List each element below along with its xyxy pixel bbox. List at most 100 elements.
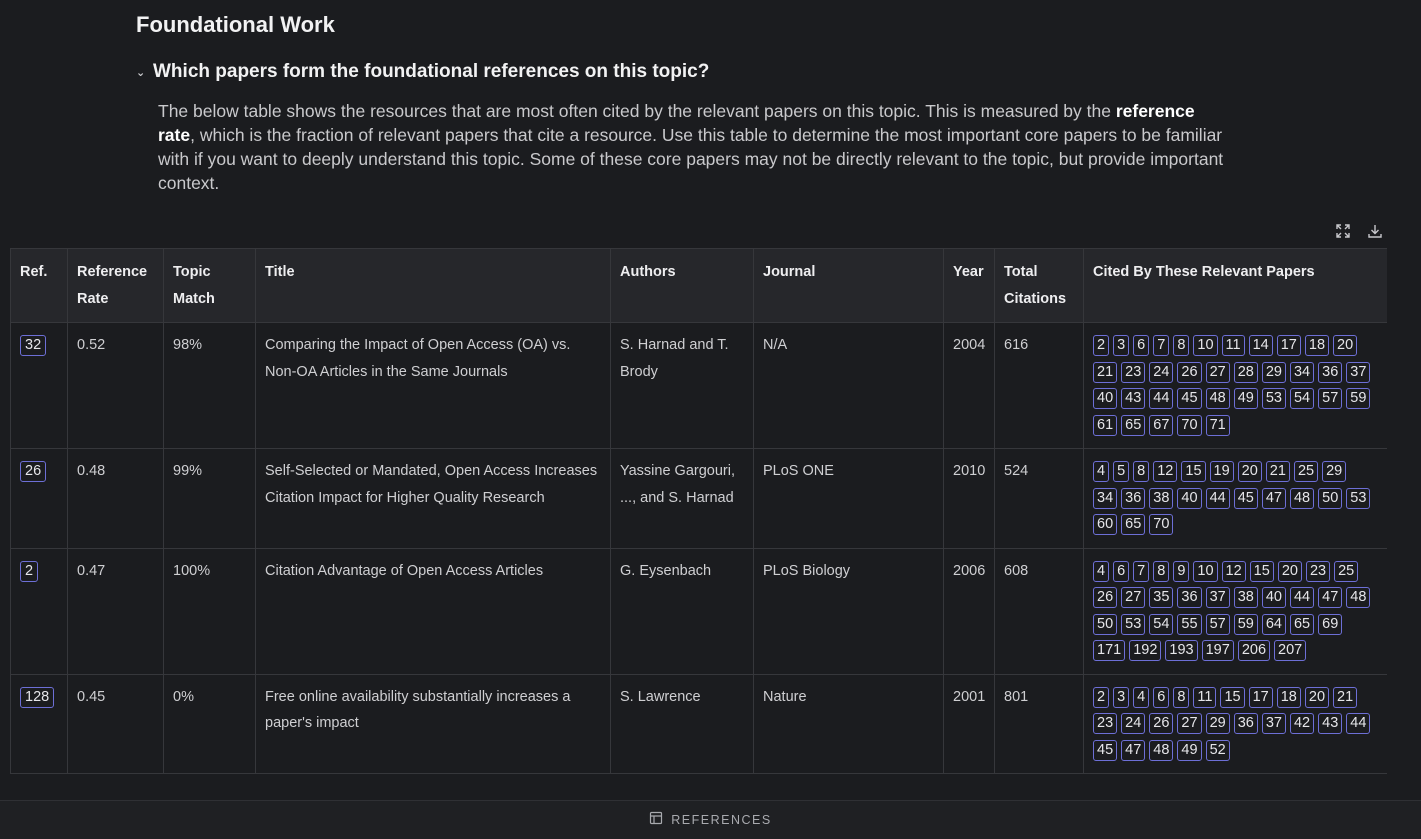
- cited-by-badge[interactable]: 18: [1304, 335, 1330, 356]
- ref-badge[interactable]: 128: [20, 686, 55, 708]
- cited-by-badge[interactable]: 15: [1220, 686, 1245, 708]
- cited-by-badge[interactable]: 7: [1133, 560, 1150, 582]
- cited-by-badge[interactable]: 45: [1093, 739, 1118, 761]
- cited-by-badge[interactable]: 55: [1177, 613, 1202, 635]
- cited-by-badge[interactable]: 57: [1205, 613, 1230, 635]
- cited-by-badge[interactable]: 36: [1121, 487, 1146, 509]
- cited-by-badge[interactable]: 27: [1121, 587, 1146, 608]
- cited-by-badge[interactable]: 40: [1261, 587, 1286, 608]
- cited-by-badge[interactable]: 17: [1248, 686, 1273, 708]
- cited-by-badge[interactable]: 2: [1093, 686, 1110, 708]
- cited-by-badge[interactable]: 8: [1173, 686, 1190, 708]
- cited-by-badge[interactable]: 53: [1121, 613, 1146, 635]
- cited-by-badge[interactable]: 48: [1149, 739, 1174, 761]
- cited-by-badge[interactable]: 20: [1304, 686, 1330, 708]
- cited-by-badge[interactable]: 37: [1205, 587, 1230, 608]
- column-header[interactable]: Cited By These Relevant Papers: [1083, 248, 1387, 323]
- cited-by-badge[interactable]: 171: [1093, 640, 1126, 661]
- cited-by-badge[interactable]: 4: [1093, 560, 1110, 582]
- cited-by-badge[interactable]: 192: [1129, 640, 1162, 661]
- cited-by-badge[interactable]: 53: [1346, 487, 1371, 509]
- cited-by-badge[interactable]: 44: [1289, 587, 1315, 608]
- cited-by-badge[interactable]: 37: [1346, 361, 1371, 383]
- cited-by-badge[interactable]: 206: [1237, 640, 1271, 661]
- cited-by-badge[interactable]: 2: [1093, 335, 1110, 356]
- cited-by-badge[interactable]: 4: [1133, 686, 1150, 708]
- cited-by-badge[interactable]: 47: [1318, 587, 1343, 608]
- cited-by-badge[interactable]: 18: [1276, 686, 1301, 708]
- cited-by-badge[interactable]: 59: [1346, 388, 1371, 409]
- cited-by-badge[interactable]: 207: [1274, 640, 1307, 661]
- cited-by-badge[interactable]: 36: [1177, 587, 1202, 608]
- cited-by-badge[interactable]: 34: [1289, 361, 1315, 383]
- cited-by-badge[interactable]: 48: [1346, 587, 1371, 608]
- cited-by-badge[interactable]: 43: [1318, 713, 1343, 734]
- cited-by-badge[interactable]: 197: [1201, 640, 1234, 661]
- cited-by-badge[interactable]: 44: [1205, 487, 1230, 509]
- cited-by-badge[interactable]: 35: [1149, 587, 1174, 608]
- cited-by-badge[interactable]: 6: [1153, 686, 1170, 708]
- cited-by-badge[interactable]: 28: [1233, 361, 1258, 383]
- cited-by-badge[interactable]: 25: [1293, 461, 1319, 482]
- cited-by-badge[interactable]: 38: [1149, 487, 1174, 509]
- cited-by-badge[interactable]: 48: [1289, 487, 1315, 509]
- column-header[interactable]: Year: [943, 248, 995, 323]
- cited-by-badge[interactable]: 8: [1133, 461, 1150, 482]
- ref-badge[interactable]: 2: [20, 560, 39, 582]
- cited-by-badge[interactable]: 20: [1277, 560, 1302, 582]
- column-header[interactable]: Title: [255, 248, 611, 323]
- references-table-container[interactable]: Ref. Reference Rate Topic Match Title Author…: [10, 248, 1387, 801]
- cited-by-badge[interactable]: 34: [1093, 487, 1118, 509]
- cited-by-badge[interactable]: 36: [1233, 713, 1258, 734]
- cited-by-badge[interactable]: 23: [1121, 361, 1146, 383]
- cited-by-badge[interactable]: 52: [1205, 739, 1230, 761]
- cited-by-badge[interactable]: 43: [1121, 388, 1146, 409]
- cited-by-badge[interactable]: 17: [1276, 335, 1301, 356]
- cited-by-badge[interactable]: 26: [1177, 361, 1202, 383]
- cited-by-badge[interactable]: 59: [1233, 613, 1258, 635]
- cited-by-badge[interactable]: 21: [1265, 461, 1290, 482]
- cited-by-badge[interactable]: 4: [1093, 461, 1110, 482]
- expand-icon[interactable]: [1334, 222, 1352, 240]
- cited-by-badge[interactable]: 65: [1121, 514, 1146, 535]
- column-header[interactable]: Total Citations: [994, 248, 1084, 323]
- question-toggle[interactable]: ⌄ Which papers form the foundational ref…: [136, 61, 709, 83]
- ref-badge[interactable]: 32: [20, 335, 47, 356]
- cited-by-badge[interactable]: 47: [1261, 487, 1286, 509]
- cited-by-badge[interactable]: 45: [1177, 388, 1202, 409]
- download-icon[interactable]: [1366, 222, 1384, 240]
- cited-by-badge[interactable]: 44: [1346, 713, 1371, 734]
- column-header[interactable]: Journal: [753, 248, 944, 323]
- cited-by-badge[interactable]: 8: [1173, 335, 1190, 356]
- cited-by-badge[interactable]: 40: [1177, 487, 1202, 509]
- cited-by-badge[interactable]: 40: [1093, 388, 1118, 409]
- cited-by-badge[interactable]: 3: [1113, 686, 1130, 708]
- cited-by-badge[interactable]: 5: [1113, 461, 1130, 482]
- cited-by-badge[interactable]: 20: [1333, 335, 1358, 356]
- ref-badge[interactable]: 26: [20, 461, 47, 482]
- cited-by-badge[interactable]: 10: [1193, 335, 1218, 356]
- cited-by-badge[interactable]: 27: [1177, 713, 1202, 734]
- cited-by-badge[interactable]: 23: [1305, 560, 1331, 582]
- cited-by-badge[interactable]: 61: [1093, 414, 1118, 436]
- cited-by-badge[interactable]: 67: [1149, 414, 1174, 436]
- column-header[interactable]: Ref.: [10, 248, 68, 323]
- cited-by-badge[interactable]: 26: [1093, 587, 1118, 608]
- cited-by-badge[interactable]: 29: [1261, 361, 1286, 383]
- cited-by-badge[interactable]: 11: [1221, 335, 1245, 356]
- cited-by-badge[interactable]: 21: [1333, 686, 1358, 708]
- cited-by-badge[interactable]: 15: [1181, 461, 1206, 482]
- column-header[interactable]: Reference Rate: [67, 248, 164, 323]
- cited-by-badge[interactable]: 64: [1261, 613, 1286, 635]
- cited-by-badge[interactable]: 23: [1093, 713, 1118, 734]
- cited-by-badge[interactable]: 45: [1233, 487, 1258, 509]
- cited-by-badge[interactable]: 48: [1205, 388, 1230, 409]
- cited-by-badge[interactable]: 14: [1248, 335, 1273, 356]
- cited-by-badge[interactable]: 6: [1133, 335, 1150, 356]
- cited-by-badge[interactable]: 70: [1149, 514, 1174, 535]
- cited-by-badge[interactable]: 26: [1149, 713, 1174, 734]
- cited-by-badge[interactable]: 29: [1322, 461, 1347, 482]
- cited-by-badge[interactable]: 193: [1165, 640, 1198, 661]
- cited-by-badge[interactable]: 12: [1153, 461, 1178, 482]
- cited-by-badge[interactable]: 49: [1177, 739, 1202, 761]
